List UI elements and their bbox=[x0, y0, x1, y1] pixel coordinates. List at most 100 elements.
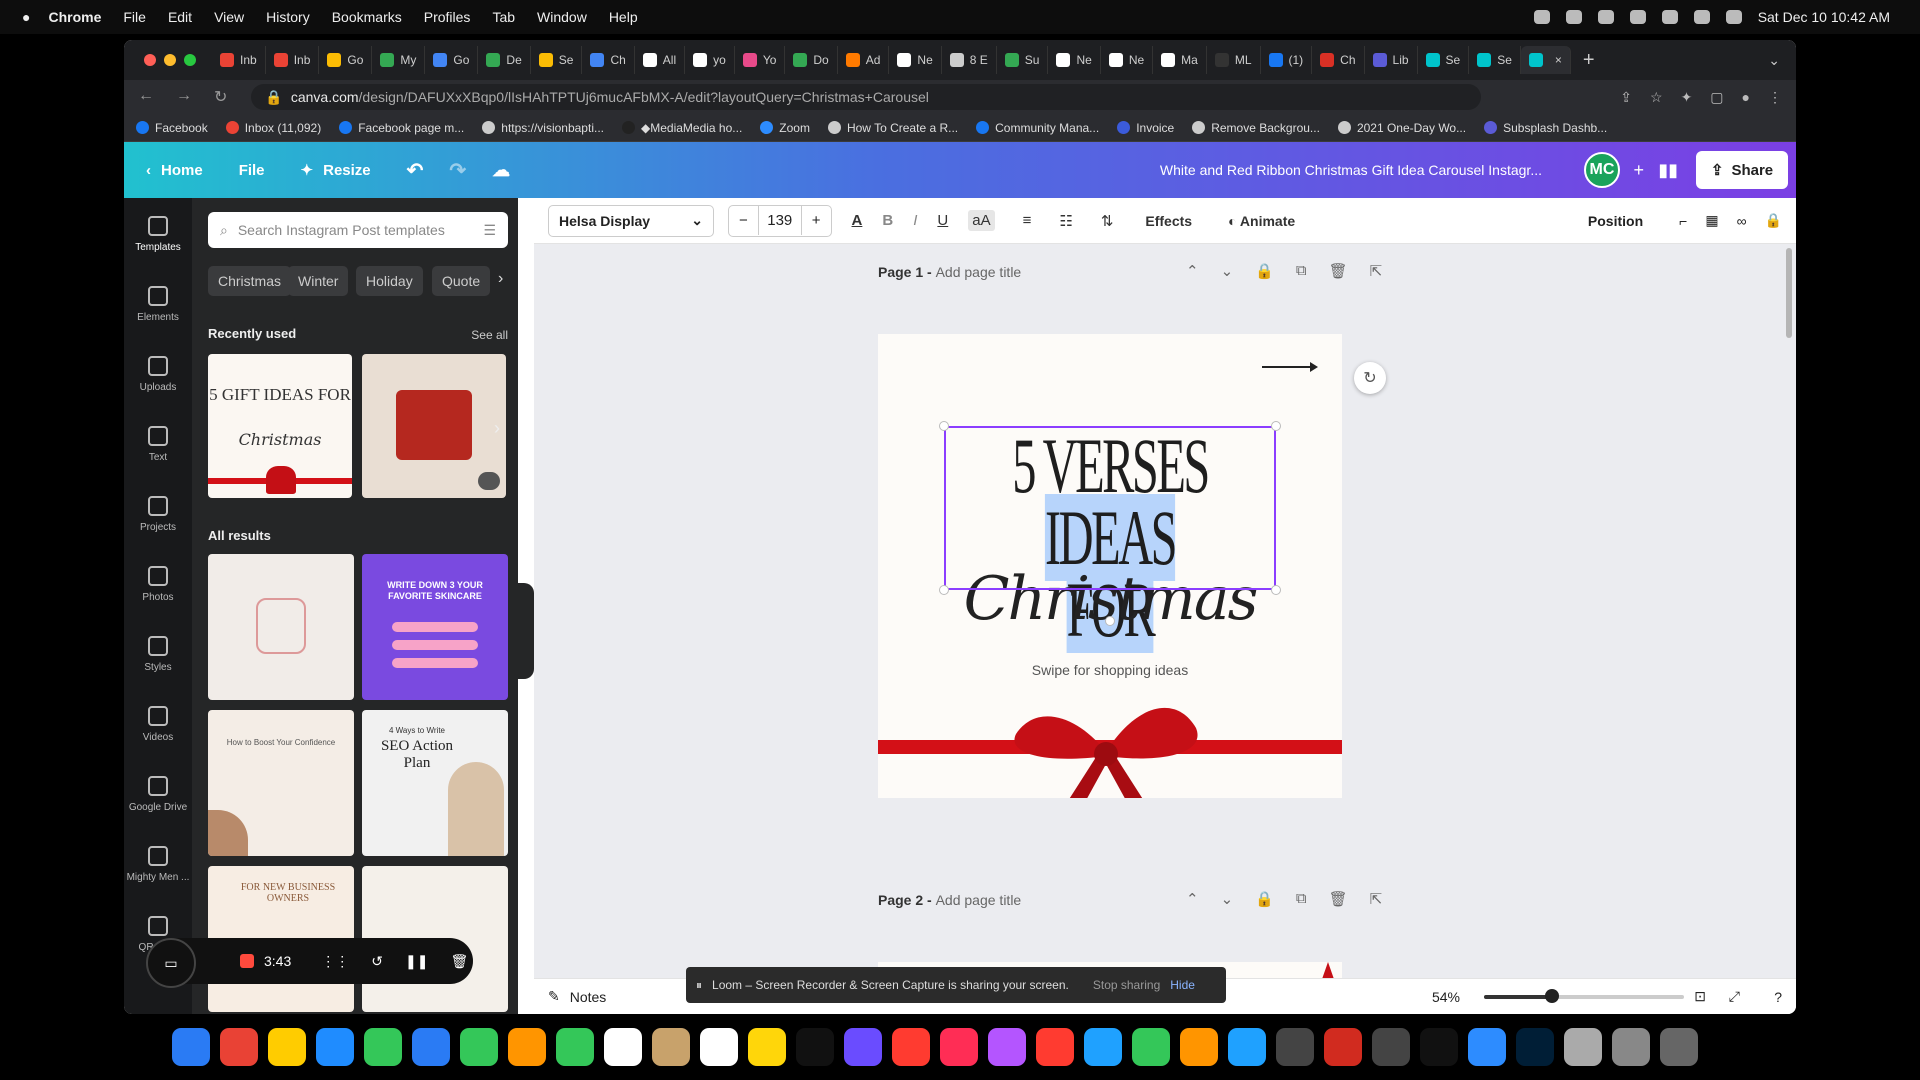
chip-christmas[interactable]: Christmas bbox=[208, 266, 292, 296]
stop-sharing-button[interactable]: Stop sharing bbox=[1093, 978, 1160, 992]
browser-tab[interactable]: (1) bbox=[1261, 46, 1313, 74]
dock-app-icon[interactable] bbox=[796, 1028, 834, 1066]
dock-app-icon[interactable] bbox=[652, 1028, 690, 1066]
file-menu-button[interactable]: File bbox=[239, 162, 265, 179]
share-page-icon[interactable]: ⇪ bbox=[1620, 89, 1632, 106]
help-icon[interactable]: ? bbox=[1774, 989, 1782, 1005]
close-window-icon[interactable] bbox=[144, 54, 156, 66]
page-up-chevron-icon[interactable]: ⌃ bbox=[1186, 890, 1199, 908]
stop-record-icon[interactable] bbox=[240, 954, 254, 968]
paint-format-icon[interactable]: ⌐ bbox=[1679, 213, 1687, 229]
browser-tab[interactable]: Su bbox=[997, 46, 1049, 74]
effects-button[interactable]: Effects bbox=[1145, 213, 1192, 229]
browser-tab[interactable]: yo bbox=[685, 46, 735, 74]
dock-app-icon[interactable] bbox=[940, 1028, 978, 1066]
dock-app-icon[interactable] bbox=[316, 1028, 354, 1066]
menu-history[interactable]: History bbox=[266, 9, 310, 25]
screen-record-icon[interactable] bbox=[1565, 10, 1582, 24]
text-selection-box[interactable] bbox=[944, 426, 1276, 590]
browser-tab[interactable]: All bbox=[635, 46, 686, 74]
workspace-scrollbar[interactable] bbox=[1786, 248, 1792, 338]
template-thumb-gift-ideas[interactable]: 5 GIFT IDEAS FOR Christmas bbox=[208, 354, 352, 498]
dock-app-icon[interactable] bbox=[1132, 1028, 1170, 1066]
browser-tab[interactable]: Ch bbox=[1312, 46, 1365, 74]
position-button[interactable]: Position bbox=[1588, 213, 1643, 229]
forward-arrow-icon[interactable]: → bbox=[176, 87, 192, 107]
decrease-size-button[interactable]: − bbox=[729, 212, 758, 229]
dock-app-icon[interactable] bbox=[700, 1028, 738, 1066]
dock-app-icon[interactable] bbox=[1660, 1028, 1698, 1066]
menu-app-name[interactable]: Chrome bbox=[48, 9, 101, 25]
resize-button[interactable]: ✦ Resize bbox=[301, 161, 371, 180]
document-title[interactable]: White and Red Ribbon Christmas Gift Idea… bbox=[1160, 162, 1542, 178]
underline-icon[interactable]: U bbox=[937, 212, 948, 229]
dock-app-icon[interactable] bbox=[988, 1028, 1026, 1066]
regenerate-refresh-icon[interactable]: ↻ bbox=[1354, 362, 1386, 394]
bookmark-item[interactable]: Community Mana... bbox=[976, 121, 1099, 135]
browser-tab[interactable]: Go bbox=[425, 46, 479, 74]
menu-file[interactable]: File bbox=[123, 9, 146, 25]
menu-tab[interactable]: Tab bbox=[492, 9, 515, 25]
rotate-handle[interactable] bbox=[1105, 616, 1115, 626]
dock-app-icon[interactable] bbox=[1036, 1028, 1074, 1066]
dock-app-icon[interactable] bbox=[1180, 1028, 1218, 1066]
spacing-icon[interactable]: ⇅ bbox=[1101, 212, 1114, 230]
design-page-1[interactable]: 5 VERSES IDEAS FOR Christmas Swipe for s… bbox=[878, 334, 1342, 798]
dock-app-icon[interactable] bbox=[1564, 1028, 1602, 1066]
insights-chart-icon[interactable]: ▮▮ bbox=[1658, 160, 1678, 181]
reload-icon[interactable]: ↻ bbox=[214, 87, 227, 107]
battery-icon[interactable] bbox=[1629, 10, 1646, 24]
dock-app-icon[interactable] bbox=[508, 1028, 546, 1066]
browser-tab[interactable]: Ne bbox=[1048, 46, 1101, 74]
browser-tab[interactable]: ML bbox=[1207, 46, 1261, 74]
dock-app-icon[interactable] bbox=[1228, 1028, 1266, 1066]
page-down-chevron-icon[interactable]: ⌄ bbox=[1221, 262, 1234, 280]
dock-app-icon[interactable] bbox=[1516, 1028, 1554, 1066]
page-lock-icon[interactable]: 🔒 bbox=[1255, 262, 1274, 280]
profile-avatar-icon[interactable]: ● bbox=[1742, 89, 1750, 105]
dock-app-icon[interactable] bbox=[220, 1028, 258, 1066]
menubar-clock[interactable]: Sat Dec 10 10:42 AM bbox=[1758, 9, 1890, 25]
nav-uploads[interactable]: Uploads bbox=[124, 356, 192, 393]
menu-edit[interactable]: Edit bbox=[168, 9, 192, 25]
nav-text[interactable]: Text bbox=[124, 426, 192, 463]
dock-app-icon[interactable] bbox=[556, 1028, 594, 1066]
redo-icon[interactable]: ↷ bbox=[449, 158, 466, 183]
resize-handle[interactable] bbox=[939, 585, 949, 595]
dock-app-icon[interactable] bbox=[748, 1028, 786, 1066]
zoom-window-icon[interactable] bbox=[184, 54, 196, 66]
bookmark-item[interactable]: 2021 One-Day Wo... bbox=[1337, 121, 1466, 135]
page2-add-title[interactable]: Add page title bbox=[936, 892, 1022, 908]
zoom-slider[interactable] bbox=[1484, 988, 1684, 1003]
browser-tab[interactable]: Ma bbox=[1153, 46, 1207, 74]
font-size-input[interactable]: 139 bbox=[757, 206, 802, 235]
menu-bookmarks[interactable]: Bookmarks bbox=[332, 9, 402, 25]
template-search-input[interactable]: ⌕ Search Instagram Post templates ☰ bbox=[208, 212, 508, 248]
bookmark-item[interactable]: Subsplash Dashb... bbox=[1484, 121, 1607, 135]
template-thumb-seo[interactable]: 4 Ways to Write SEO Action Plan bbox=[362, 710, 508, 856]
bookmark-item[interactable]: Facebook page m... bbox=[339, 121, 464, 135]
increase-size-button[interactable]: + bbox=[802, 212, 831, 229]
dock-app-icon[interactable] bbox=[364, 1028, 402, 1066]
nav-projects[interactable]: Projects bbox=[124, 496, 192, 533]
transparency-icon[interactable]: ▦ bbox=[1705, 212, 1718, 229]
close-tab-icon[interactable]: × bbox=[1555, 53, 1562, 67]
browser-tab[interactable]: Ad bbox=[838, 46, 890, 74]
sidepanel-icon[interactable]: ▢ bbox=[1710, 89, 1723, 106]
browser-tab[interactable]: × bbox=[1520, 46, 1571, 74]
browser-tab[interactable]: Lib bbox=[1365, 46, 1418, 74]
nav-videos[interactable]: Videos bbox=[124, 706, 192, 743]
browser-tab[interactable]: Inb bbox=[266, 46, 320, 74]
browser-tab[interactable]: Inb bbox=[212, 46, 266, 74]
nav-templates[interactable]: Templates bbox=[124, 216, 192, 253]
undo-icon[interactable]: ↶ bbox=[407, 158, 424, 183]
dock-app-icon[interactable] bbox=[1420, 1028, 1458, 1066]
bold-icon[interactable]: B bbox=[882, 212, 893, 229]
control-center-icon[interactable] bbox=[1725, 10, 1742, 24]
resize-handle[interactable] bbox=[939, 421, 949, 431]
minimize-window-icon[interactable] bbox=[164, 54, 176, 66]
page1-add-title[interactable]: Add page title bbox=[936, 264, 1022, 280]
zoom-percentage[interactable]: 54% bbox=[1432, 989, 1460, 1005]
chips-next-chevron-icon[interactable]: › bbox=[498, 270, 503, 288]
grid-icon[interactable]: ⋮⋮ bbox=[321, 953, 349, 970]
